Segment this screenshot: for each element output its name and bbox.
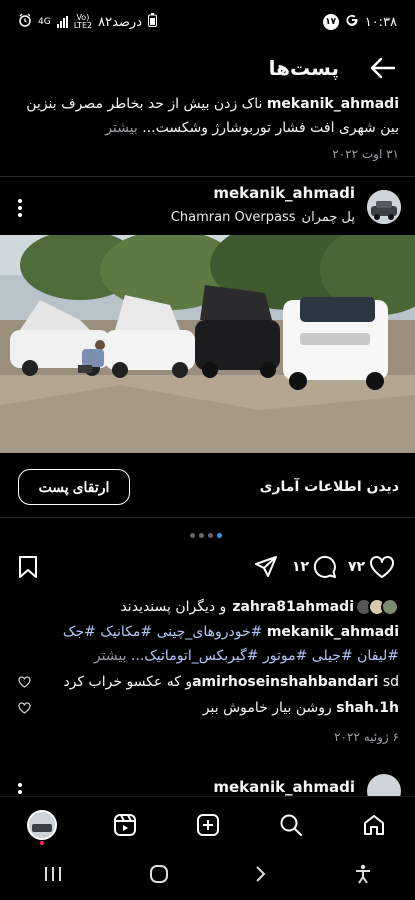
liked-by-suffix: و دیگران پسندیدند — [120, 599, 227, 615]
save-button[interactable] — [18, 552, 38, 582]
nav-profile[interactable] — [22, 805, 62, 845]
post-date: ۶ ژوئیه ۲۰۲۲ — [334, 730, 399, 744]
comment-body: روشن بیار خاموش ببر — [202, 700, 332, 716]
paper-plane-icon — [255, 556, 277, 577]
comment-like-button[interactable] — [18, 676, 31, 692]
location-fa: پل چمران — [301, 210, 355, 225]
comment-bubble-icon — [314, 555, 337, 578]
alarm-icon — [18, 13, 32, 31]
avatar — [381, 598, 399, 616]
accessibility-button[interactable] — [354, 864, 372, 888]
volte-indicator: Vo) LTE2 — [74, 14, 92, 30]
volte-bottom: LTE2 — [73, 21, 93, 30]
prev-post-username[interactable]: mekanik_ahmadi — [267, 96, 399, 112]
comment-username[interactable]: shah.1h — [336, 700, 399, 716]
nav-create[interactable] — [188, 805, 228, 845]
page-title: پست‌ها — [268, 56, 339, 80]
boost-post-button[interactable]: ارتقای پست — [18, 469, 130, 505]
bookmark-icon — [19, 556, 37, 578]
nav-home[interactable] — [354, 805, 394, 845]
comment-row: amirhoseinshahbandari sdو که عکسو خراب ک… — [16, 672, 399, 696]
post-caption: mekanik_ahmadi #خودروهای_چینی #مکانیک #ج… — [16, 620, 399, 668]
header: پست‌ها — [0, 44, 415, 92]
share-button[interactable] — [254, 552, 278, 582]
avatar — [26, 809, 57, 840]
battery-icon — [148, 13, 157, 31]
plus-square-icon — [196, 813, 219, 836]
prev-post-more-link[interactable]: بیشتر — [105, 120, 138, 136]
caption-hashtags-2[interactable]: #لیفان #جیلی #موتور #گیربکس_اتوماتیک... — [131, 648, 399, 664]
carousel-dot — [199, 533, 204, 538]
post-more-button[interactable] — [18, 198, 22, 218]
insights-row: ارتقای پست دیدن اطلاعات آماری — [0, 467, 415, 507]
heart-icon — [18, 702, 31, 714]
post-header: mekanik_ahmadi Chamran Overpass پل چمران — [0, 182, 415, 234]
nav-search[interactable] — [271, 805, 311, 845]
prev-post-caption: mekanik_ahmadi ناک زدن بیش از حد بخاطر م… — [16, 92, 399, 166]
network-type: 4G — [38, 17, 51, 27]
back-system-button[interactable] — [255, 865, 267, 887]
search-icon — [280, 814, 302, 836]
bottom-nav — [0, 796, 415, 852]
prev-post-date: ۳۱ اوت ۲۰۲۲ — [332, 147, 399, 161]
liked-by-row[interactable]: و دیگران پسندیدند zahra81ahmadi — [16, 596, 399, 618]
post-photo[interactable] — [0, 235, 415, 453]
like-count: ۷۲ — [348, 559, 366, 575]
caption-more-link[interactable]: بیشتر — [94, 648, 127, 664]
carousel-indicator — [190, 533, 222, 538]
divider — [0, 176, 415, 177]
heart-icon — [370, 556, 395, 578]
reels-icon — [113, 813, 136, 836]
more-vertical-icon — [18, 199, 22, 217]
liked-by-username[interactable]: zahra81ahmadi — [232, 599, 354, 615]
back-button[interactable] — [367, 52, 399, 84]
comment-username[interactable]: amirhoseinshahbandari — [192, 674, 378, 690]
accessibility-icon — [355, 864, 370, 884]
recent-apps-icon — [45, 867, 62, 881]
divider — [0, 517, 415, 518]
comment-row: shah.1h روشن بیار خاموش ببر — [16, 698, 399, 722]
avatar[interactable] — [367, 190, 401, 224]
notification-dot — [39, 840, 44, 845]
status-bar: 4G Vo) LTE2 ۸۲درصد ۱۷ ۱۰:۳۸ — [0, 0, 415, 44]
status-time: ۱۰:۳۸ — [364, 14, 397, 30]
signal-icon — [56, 16, 68, 28]
caption-username[interactable]: mekanik_ahmadi — [267, 624, 399, 640]
comment-button[interactable]: ۱۲ — [292, 552, 337, 582]
system-nav — [0, 852, 415, 900]
recent-apps-button[interactable] — [43, 866, 63, 886]
location-en: Chamran Overpass — [170, 210, 296, 225]
google-icon — [345, 13, 359, 31]
comment-text: shah.1h روشن بیار خاموش ببر — [203, 700, 399, 716]
status-right: ۱۷ ۱۰:۳۸ — [322, 13, 397, 31]
home-icon — [363, 814, 384, 835]
next-post-username[interactable]: mekanik_ahmadi — [213, 778, 355, 796]
heart-icon — [18, 676, 31, 688]
notification-count-badge: ۱۷ — [322, 14, 339, 30]
car-4 — [283, 297, 388, 390]
post-username[interactable]: mekanik_ahmadi — [213, 184, 355, 202]
home-system-button[interactable] — [150, 865, 169, 887]
caption-hashtags-1[interactable]: #خودروهای_چینی #مکانیک #جک — [63, 624, 262, 640]
view-insights-link[interactable]: دیدن اطلاعات آماری — [260, 479, 399, 495]
arrow-left-icon — [370, 57, 396, 79]
nav-reels[interactable] — [105, 805, 145, 845]
post-location[interactable]: Chamran Overpass پل چمران — [171, 210, 355, 225]
comment-text: amirhoseinshahbandari sdو که عکسو خراب ک… — [63, 674, 399, 690]
carousel-dot — [208, 533, 213, 538]
chevron-right-icon — [256, 866, 266, 882]
liked-by-avatars — [355, 598, 399, 616]
comment-like-button[interactable] — [18, 702, 31, 718]
home-circle-icon — [150, 865, 169, 883]
comment-count: ۱۲ — [292, 559, 310, 575]
status-left: 4G Vo) LTE2 ۸۲درصد — [18, 13, 157, 31]
carousel-dot — [190, 533, 195, 538]
like-button[interactable]: ۷۲ — [348, 552, 395, 582]
carousel-dot-active — [217, 533, 222, 538]
post-actions: ۱۲ ۷۲ — [0, 552, 415, 584]
battery-text: ۸۲درصد — [98, 14, 142, 30]
